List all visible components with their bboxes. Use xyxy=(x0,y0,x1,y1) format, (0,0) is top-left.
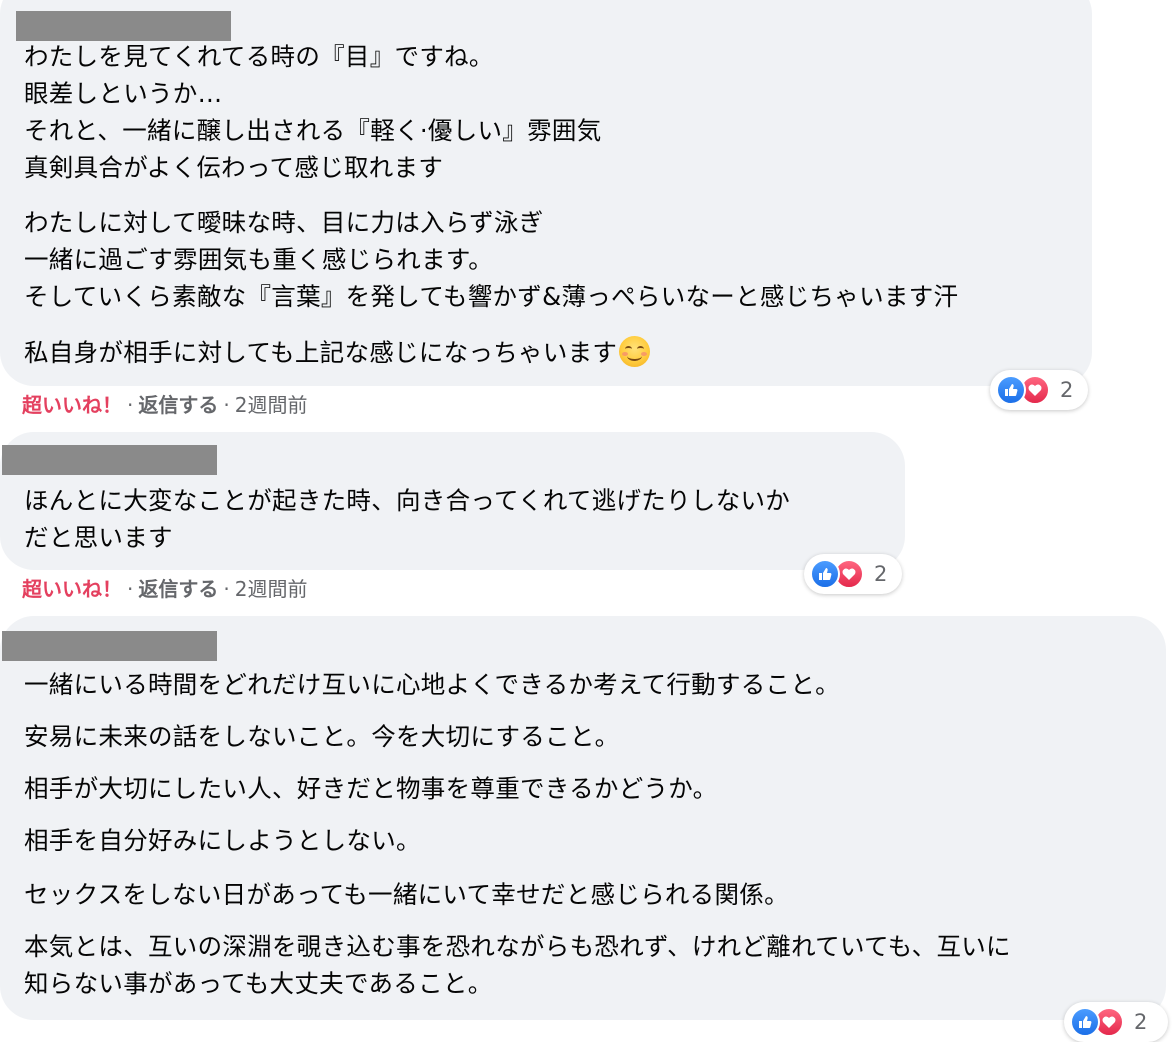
comment-actions-1: 超いいね！ · 返信する · 2週間前 xyxy=(22,392,307,418)
comment-1-paragraph-3: 私自身が相手に対しても上記な感じになっちゃいます xyxy=(24,334,651,371)
super-like-button[interactable]: 超いいね！ xyxy=(22,577,122,601)
comment-3-paragraph-5: セックスをしない日があっても一緒にいて幸せだと感じられる関係。 xyxy=(24,880,789,909)
super-like-button[interactable]: 超いいね！ xyxy=(22,393,122,417)
separator-dot: · xyxy=(127,577,134,601)
smiling-face-icon xyxy=(619,336,651,367)
comment-3-paragraph-3: 相手が大切にしたい人、好きだと物事を尊重できるかどうか。 xyxy=(24,774,718,803)
comment-timestamp[interactable]: 2週間前 xyxy=(235,577,308,601)
comment-3-paragraph-4: 相手を自分好みにしようとしない。 xyxy=(24,826,421,855)
redacted-author-name xyxy=(16,11,231,41)
like-reaction-icon xyxy=(810,559,840,589)
comment-bubble-1: わたしを見てくれてる時の『目』ですね。 眼差しというか… それと、一緒に醸し出さ… xyxy=(0,0,1092,386)
reaction-summary-3[interactable]: 2 xyxy=(1064,1002,1168,1042)
comment-1-paragraph-3-text: 私自身が相手に対しても上記な感じになっちゃいます xyxy=(24,338,618,367)
comment-3-paragraph-6: 本気とは、互いの深淵を覗き込む事を恐れながらも恐れず、けれど離れていても、互いに… xyxy=(24,932,1011,998)
reaction-count: 2 xyxy=(1060,378,1074,402)
comment-3-paragraph-1: 一緒にいる時間をどれだけ互いに心地よくできるか考えて行動すること。 xyxy=(24,670,840,699)
comment-actions-2: 超いいね！ · 返信する · 2週間前 xyxy=(22,576,307,602)
like-reaction-icon xyxy=(996,375,1026,405)
comment-bubble-3: 一緒にいる時間をどれだけ互いに心地よくできるか考えて行動すること。 安易に未来の… xyxy=(0,616,1166,1020)
separator-dot: · xyxy=(127,393,134,417)
separator-dot: · xyxy=(223,393,230,417)
redacted-author-name xyxy=(2,445,217,475)
reply-button[interactable]: 返信する xyxy=(138,577,218,601)
like-reaction-icon xyxy=(1070,1007,1100,1037)
redacted-author-name xyxy=(2,631,217,661)
comment-2-paragraph-1: ほんとに大変なことが起きた時、向き合ってくれて逃げたりしないか だと思います xyxy=(24,486,791,552)
reaction-count: 2 xyxy=(874,562,888,586)
reaction-count: 2 xyxy=(1134,1010,1148,1034)
comment-1-paragraph-1: わたしを見てくれてる時の『目』ですね。 眼差しというか… それと、一緒に醸し出さ… xyxy=(24,42,602,182)
comment-3-paragraph-2: 安易に未来の話をしないこと。今を大切にすること。 xyxy=(24,722,620,751)
comment-timestamp[interactable]: 2週間前 xyxy=(235,393,308,417)
reaction-summary-2[interactable]: 2 xyxy=(804,554,902,594)
reply-button[interactable]: 返信する xyxy=(138,393,218,417)
comment-1-paragraph-2: わたしに対して曖昧な時、目に力は入らず泳ぎ 一緒に過ごす雰囲気も重く感じられます… xyxy=(24,208,959,311)
reaction-summary-1[interactable]: 2 xyxy=(990,370,1088,410)
comment-bubble-2: ほんとに大変なことが起きた時、向き合ってくれて逃げたりしないか だと思います xyxy=(0,432,905,570)
separator-dot: · xyxy=(223,577,230,601)
